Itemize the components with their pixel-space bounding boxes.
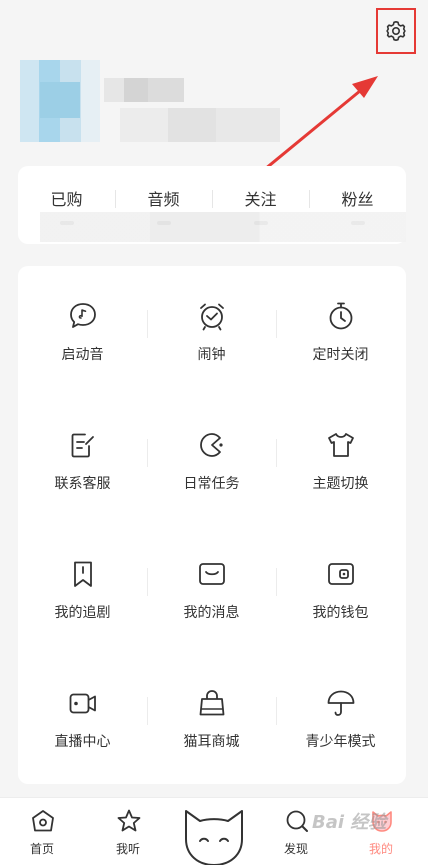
video-camera-icon <box>69 693 96 714</box>
feature-label: 我的钱包 <box>312 605 369 621</box>
feature-label: 我的消息 <box>183 605 240 621</box>
home-icon <box>32 810 54 832</box>
tab-label: 发现 <box>283 842 308 856</box>
alarm-clock-icon <box>200 303 224 331</box>
feature-label: 青少年模式 <box>305 734 376 750</box>
feature-my-messages[interactable]: 我的消息 <box>147 524 276 653</box>
profile-header[interactable] <box>20 60 320 150</box>
tab-home[interactable]: 首页 <box>2 798 82 866</box>
feature-label: 启动音 <box>61 347 104 363</box>
edit-note-icon <box>71 433 94 458</box>
tab-label: 首页 <box>29 842 54 856</box>
feature-daily-tasks[interactable]: 日常任务 <box>147 395 276 524</box>
feature-label: 日常任务 <box>183 476 240 492</box>
feature-label: 猫耳商城 <box>183 734 240 750</box>
tab-label: 我听 <box>115 842 140 856</box>
feature-label: 联系客服 <box>54 476 111 492</box>
feature-live-center[interactable]: 直播中心 <box>18 653 147 782</box>
stat-label: 音频 <box>147 190 180 209</box>
tab-label: 我的 <box>368 842 393 856</box>
feature-label: 主题切换 <box>312 476 369 492</box>
settings-button[interactable] <box>376 8 416 54</box>
stat-label: 粉丝 <box>341 190 374 209</box>
stats-values-blurred <box>40 212 406 242</box>
feature-customer-service[interactable]: 联系客服 <box>18 395 147 524</box>
speech-note-icon <box>70 303 96 328</box>
stat-label: 已购 <box>50 190 83 209</box>
feature-label: 我的追剧 <box>54 605 111 621</box>
feature-my-series[interactable]: 我的追剧 <box>18 524 147 653</box>
feature-label: 定时关闭 <box>312 347 369 363</box>
pacman-icon <box>200 433 223 457</box>
feature-grid: 启动音 闹钟 定时关闭 联系客服 日常任务 主题切换 我的追剧 我的消息 我的钱… <box>18 266 406 784</box>
umbrella-icon <box>327 690 355 716</box>
shopping-bag-icon <box>199 690 225 716</box>
search-icon <box>286 810 308 832</box>
feature-alarm[interactable]: 闹钟 <box>147 266 276 395</box>
center-cat-button[interactable] <box>178 805 250 865</box>
feature-startup-sound[interactable]: 启动音 <box>18 266 147 395</box>
feature-label: 直播中心 <box>54 734 111 750</box>
avatar[interactable] <box>20 60 100 142</box>
tshirt-icon <box>328 433 354 457</box>
feature-sleep-timer[interactable]: 定时关闭 <box>276 266 405 395</box>
stat-label: 关注 <box>244 190 277 209</box>
gear-icon <box>386 21 406 41</box>
feature-mall[interactable]: 猫耳商城 <box>147 653 276 782</box>
profile-info-blurred <box>120 108 280 142</box>
message-icon <box>199 563 225 585</box>
tab-listen[interactable]: 我听 <box>88 798 168 866</box>
feature-teen-mode[interactable]: 青少年模式 <box>276 653 405 782</box>
feature-label: 闹钟 <box>197 347 226 363</box>
feature-theme-switch[interactable]: 主题切换 <box>276 395 405 524</box>
watermark: Bai 经验 <box>312 812 387 833</box>
feature-my-wallet[interactable]: 我的钱包 <box>276 524 405 653</box>
timer-icon <box>329 302 353 330</box>
username-blurred <box>104 78 184 102</box>
wallet-icon <box>328 563 354 585</box>
star-icon <box>117 809 141 832</box>
bookmark-icon <box>74 561 92 587</box>
